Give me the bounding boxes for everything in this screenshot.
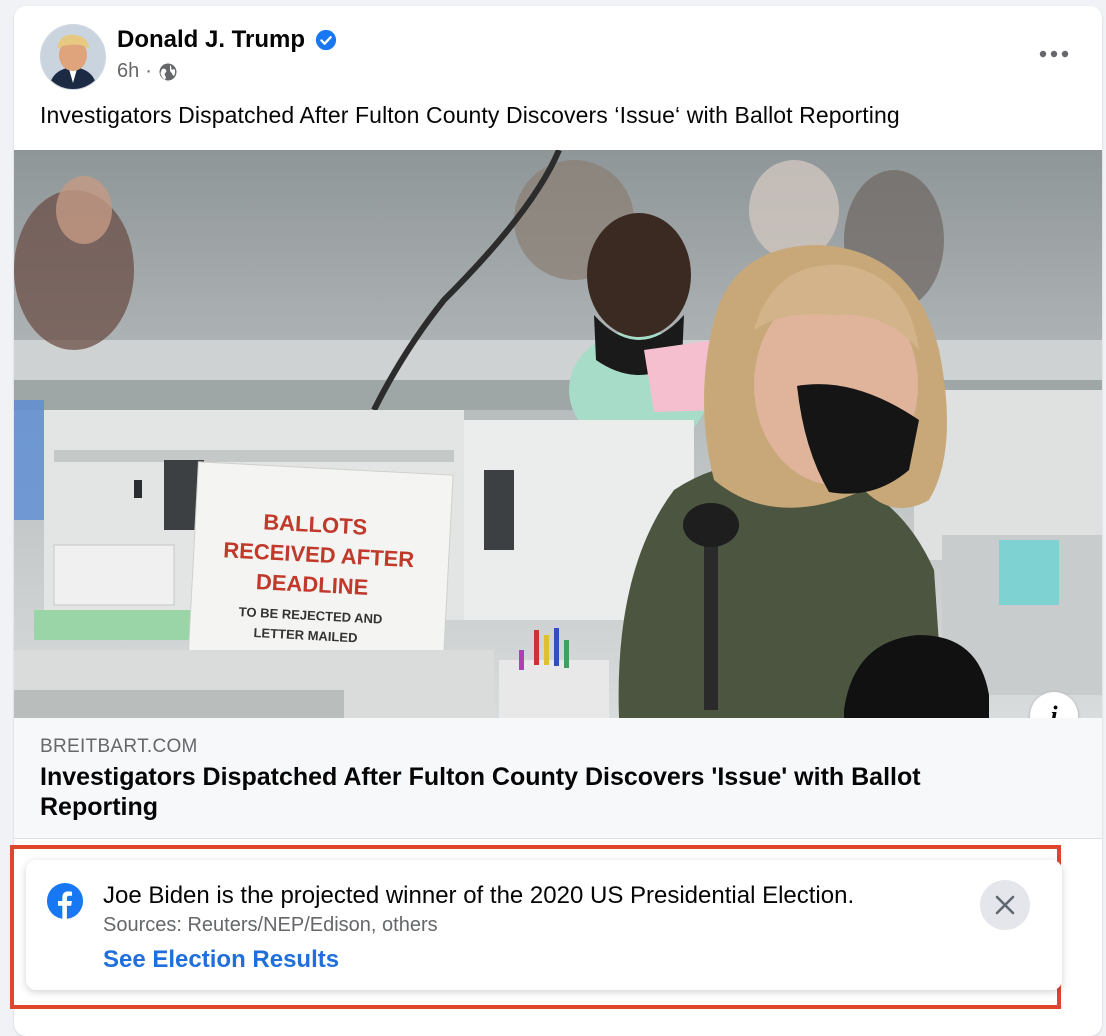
- notice-title: Joe Biden is the projected winner of the…: [103, 882, 855, 909]
- close-notice-button[interactable]: [980, 880, 1030, 930]
- article-photo[interactable]: BALLOTS RECEIVED AFTER DEADLINE TO BE RE…: [14, 150, 1102, 718]
- author-name-row: Donald J. Trump: [117, 26, 337, 54]
- close-icon: [995, 895, 1015, 915]
- see-election-results-link[interactable]: See Election Results: [103, 946, 339, 974]
- author-avatar[interactable]: [40, 24, 106, 90]
- verified-badge-icon: [315, 29, 337, 51]
- photo-illustration: BALLOTS RECEIVED AFTER DEADLINE TO BE RE…: [14, 150, 1102, 718]
- more-options-button[interactable]: [1034, 40, 1074, 68]
- facebook-icon: [46, 882, 84, 920]
- author-name[interactable]: Donald J. Trump: [117, 26, 305, 54]
- link-domain: BREITBART.COM: [40, 736, 198, 757]
- meta-separator: ·: [145, 60, 152, 82]
- globe-icon[interactable]: [158, 62, 178, 82]
- post-meta: 6h ·: [117, 60, 178, 83]
- link-preview[interactable]: BREITBART.COM Investigators Dispatched A…: [14, 718, 1102, 839]
- post-text: Investigators Dispatched After Fulton Co…: [40, 102, 900, 128]
- more-options-icon: [1039, 50, 1069, 58]
- notice-sources: Sources: Reuters/NEP/Edison, others: [103, 914, 438, 936]
- election-info-notice: Joe Biden is the projected winner of the…: [26, 860, 1062, 990]
- post-time[interactable]: 6h: [117, 60, 139, 83]
- link-headline[interactable]: Investigators Dispatched After Fulton Co…: [40, 762, 1040, 822]
- avatar-image: [41, 25, 105, 89]
